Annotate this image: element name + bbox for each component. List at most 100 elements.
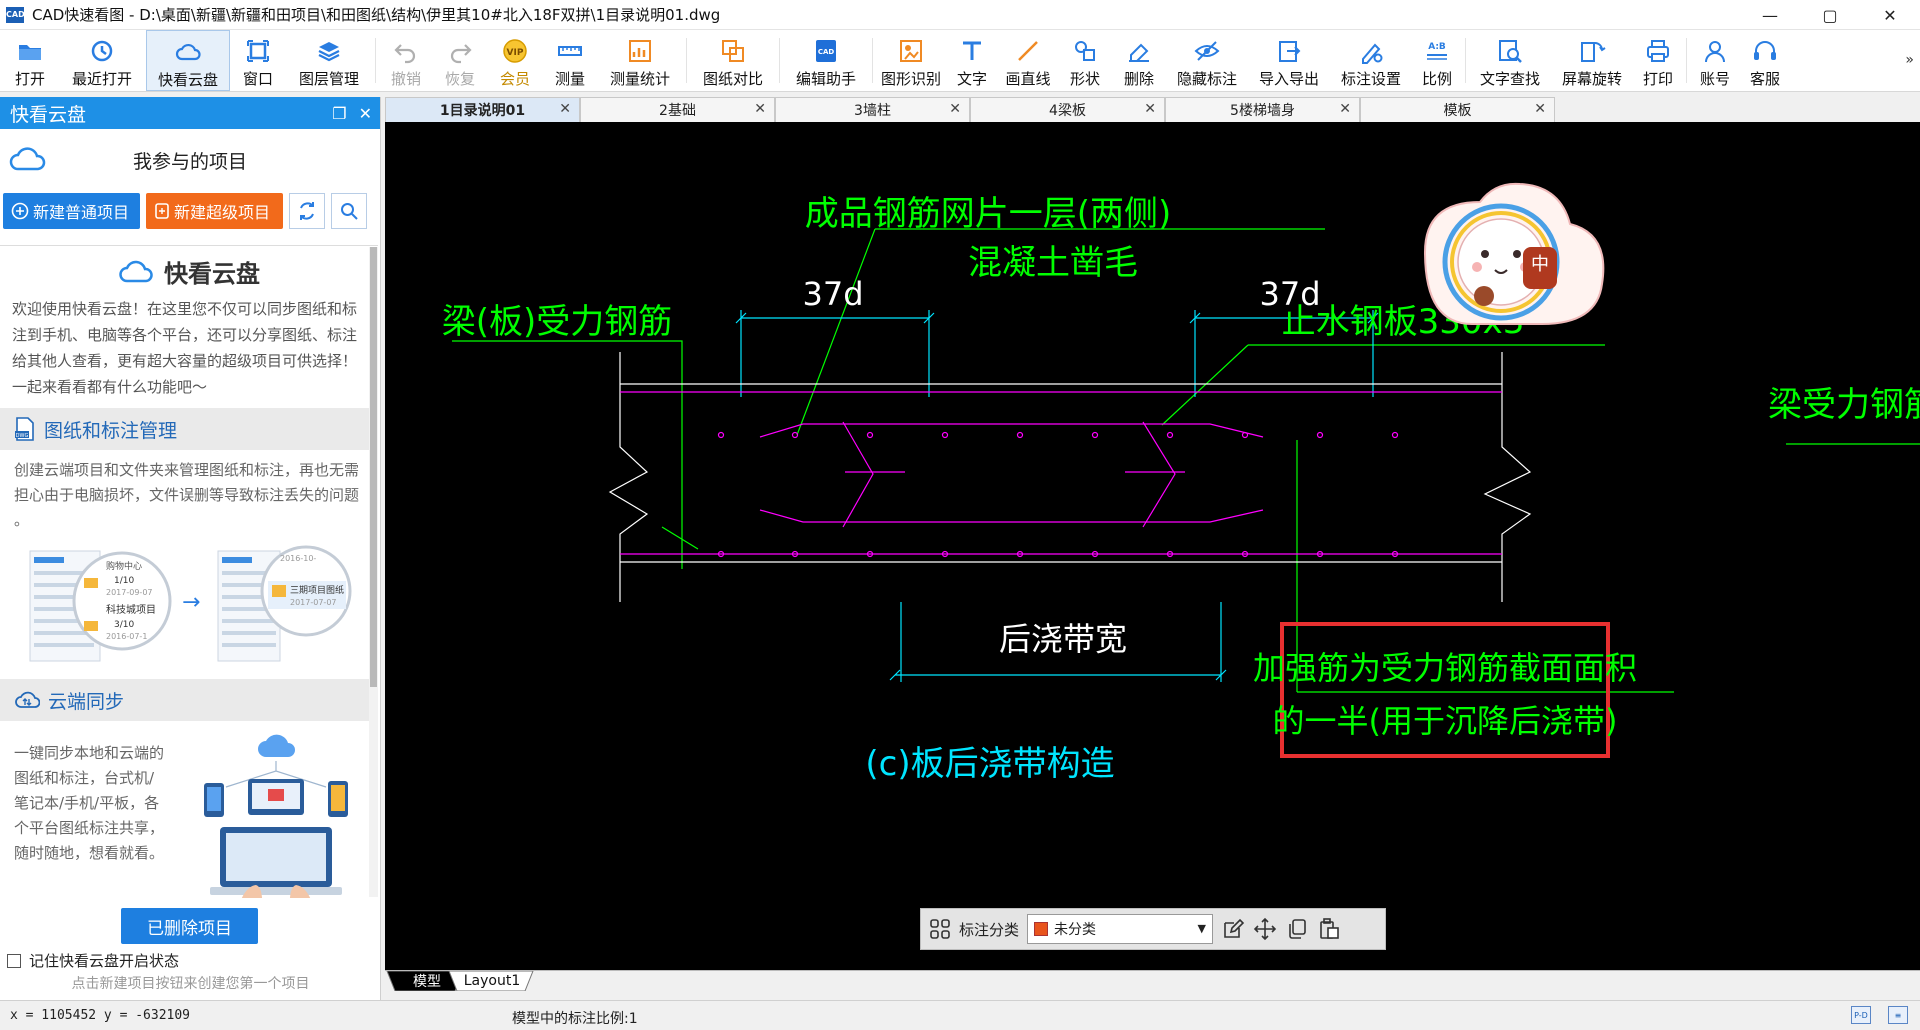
intro-header: 快看云盘 <box>0 246 378 296</box>
cad-drawing[interactable]: 成品钢筋网片一层(两侧) 混凝土凿毛 梁(板)受力钢筋 37d 37d 止水钢板… <box>385 122 1920 970</box>
cloud-intro: 快看云盘 欢迎使用快看云盘！在这里您不仅可以同步图纸和标注到手机、电脑等各个平台… <box>0 245 378 898</box>
measure-label: 测量 <box>554 70 585 88</box>
close-button[interactable]: ✕ <box>1860 0 1920 30</box>
measure-button[interactable]: 测量 <box>543 30 597 91</box>
drawing-canvas[interactable]: 成品钢筋网片一层(两侧) 混凝土凿毛 梁(板)受力钢筋 37d 37d 止水钢板… <box>385 122 1920 970</box>
tab-close-button[interactable]: ✕ <box>1144 101 1156 117</box>
text-button[interactable]: 文字 <box>946 30 998 91</box>
compare-button[interactable]: 图纸对比 <box>690 30 776 91</box>
copy-icon[interactable] <box>1285 917 1309 941</box>
sync-button[interactable] <box>289 193 325 229</box>
deleted-projects-button[interactable]: 已删除项目 <box>121 908 258 944</box>
grid-toggle-icon[interactable]: ≡ <box>1888 1006 1908 1024</box>
toolbar-overflow-button[interactable]: » <box>1905 52 1914 68</box>
undo-button[interactable]: 撤销 <box>379 30 433 91</box>
text-search-button[interactable]: 文字查找 <box>1469 30 1551 91</box>
scrollbar-thumb[interactable] <box>370 247 377 687</box>
sync-illustration <box>204 734 348 898</box>
dwg-file-icon: DWG <box>15 417 34 441</box>
panel-restore-button[interactable]: ❐ <box>332 104 346 123</box>
window-title: CAD快速看图 - D:\桌面\新疆\新疆和田项目\和田图纸\结构\伊里其10#… <box>32 6 721 24</box>
panel-close-button[interactable]: ✕ <box>359 104 372 123</box>
move-icon[interactable] <box>1253 917 1277 941</box>
layer-manager-button[interactable]: 图层管理 <box>286 30 372 91</box>
label-post-cast-width: 后浇带宽 <box>999 620 1127 658</box>
compare-label: 图纸对比 <box>702 70 763 88</box>
tab-close-button[interactable]: ✕ <box>1534 101 1546 117</box>
super-project-icon <box>155 203 169 219</box>
shape-recognize-button[interactable]: 图形识别 <box>876 30 946 91</box>
cloud-disk-button[interactable]: 快看云盘 <box>146 30 230 91</box>
vip-button[interactable]: VIP 会员 <box>487 30 543 91</box>
redo-button[interactable]: 恢复 <box>433 30 487 91</box>
delete-button[interactable]: 删除 <box>1112 30 1166 91</box>
paste-icon[interactable] <box>1317 917 1341 941</box>
annotation-settings-button[interactable]: 标注设置 <box>1330 30 1412 91</box>
tab-close-button[interactable]: ✕ <box>1339 101 1351 117</box>
svg-text:3/10: 3/10 <box>114 620 134 630</box>
shape-recognize-icon <box>900 40 922 62</box>
tab-5-stair-wall[interactable]: 5楼梯墙身 ✕ <box>1165 97 1360 122</box>
toolbar-divider <box>1686 38 1687 83</box>
edit-assistant-label: 编辑助手 <box>795 70 856 88</box>
new-normal-project-button[interactable]: 新建普通项目 <box>3 193 140 229</box>
tab-close-button[interactable]: ✕ <box>754 101 766 117</box>
panel-scrollbar[interactable] <box>369 247 378 897</box>
edit-icon[interactable] <box>1221 917 1245 941</box>
shape-button[interactable]: 形状 <box>1058 30 1112 91</box>
mascot-sticker[interactable]: 中 <box>1423 182 1605 325</box>
tab-close-button[interactable]: ✕ <box>949 101 961 117</box>
text-icon <box>963 41 981 60</box>
pd-toggle-icon[interactable]: P-D <box>1851 1006 1871 1024</box>
section-cloud-sync: 云端同步 <box>0 679 378 721</box>
undo-label: 撤销 <box>390 70 421 88</box>
my-projects-header: 我参与的项目 <box>0 129 380 191</box>
measure-stats-button[interactable]: 测量统计 <box>597 30 683 91</box>
open-button[interactable]: 打开 <box>2 30 58 91</box>
new-super-project-button[interactable]: 新建超级项目 <box>146 193 283 229</box>
line-icon <box>1018 41 1038 61</box>
tab-template[interactable]: 模板 ✕ <box>1360 97 1555 122</box>
tab-1-directory[interactable]: 1目录说明01 ✕ <box>385 97 580 122</box>
account-button[interactable]: 账号 <box>1690 30 1740 91</box>
window-button[interactable]: 窗口 <box>230 30 286 91</box>
drawing-caption: (c)板后浇带构造 <box>865 744 1114 784</box>
tab-2-foundation[interactable]: 2基础 ✕ <box>580 97 775 122</box>
tab-model[interactable]: 模型 <box>397 971 457 991</box>
tab-close-button[interactable]: ✕ <box>559 101 571 117</box>
toolbar-divider <box>686 38 687 83</box>
minimize-button[interactable]: — <box>1740 0 1800 30</box>
rotate-screen-label: 屏幕旋转 <box>1561 70 1622 88</box>
toolbar-divider <box>872 38 873 83</box>
customer-service-button[interactable]: 客服 <box>1740 30 1790 91</box>
recent-button[interactable]: 最近打开 <box>58 30 146 91</box>
tab-3-wall-column[interactable]: 3墙柱 ✕ <box>775 97 970 122</box>
scale-button[interactable]: A:B 比例 <box>1412 30 1462 91</box>
tab-layout1[interactable]: Layout1 <box>459 971 525 991</box>
remember-state-checkbox[interactable] <box>7 953 21 968</box>
plus-circle-icon <box>11 202 29 220</box>
draw-line-button[interactable]: 画直线 <box>998 30 1058 91</box>
rotate-screen-button[interactable]: 屏幕旋转 <box>1551 30 1633 91</box>
print-button[interactable]: 打印 <box>1633 30 1683 91</box>
cloud-sync-icon <box>15 691 40 708</box>
cursor-coordinates: x = 1105452 y = -632109 <box>10 1008 191 1023</box>
remember-state-row[interactable]: 记住快看云盘开启状态 <box>7 950 179 971</box>
note-line-2: 的一半(用于沉降后浇带) <box>1273 702 1618 740</box>
svg-text:2017-09-07: 2017-09-07 <box>106 588 153 597</box>
svg-text:2016-07-1: 2016-07-1 <box>106 632 147 641</box>
search-button[interactable] <box>331 193 367 229</box>
measure-stats-icon <box>629 40 651 62</box>
draw-line-label: 画直线 <box>1005 70 1051 88</box>
category-select[interactable]: 未分类 ▼ <box>1027 914 1214 944</box>
import-export-button[interactable]: 导入导出 <box>1248 30 1330 91</box>
tab-4-beam-slab[interactable]: 4梁板 ✕ <box>970 97 1165 122</box>
text-label: 文字 <box>956 70 987 88</box>
drawing-tabs: 1目录说明01 ✕ 2基础 ✕ 3墙柱 ✕ 4梁板 ✕ 5楼梯墙身 ✕ 模板 ✕ <box>385 97 1555 122</box>
text-search-label: 文字查找 <box>1479 70 1540 88</box>
svg-text:2017-07-07: 2017-07-07 <box>290 598 337 607</box>
grid-icon[interactable] <box>929 918 951 940</box>
maximize-button[interactable]: ▢ <box>1800 0 1860 30</box>
edit-assistant-button[interactable]: CAD 编辑助手 <box>783 30 869 91</box>
hide-annotation-button[interactable]: 隐藏标注 <box>1166 30 1248 91</box>
